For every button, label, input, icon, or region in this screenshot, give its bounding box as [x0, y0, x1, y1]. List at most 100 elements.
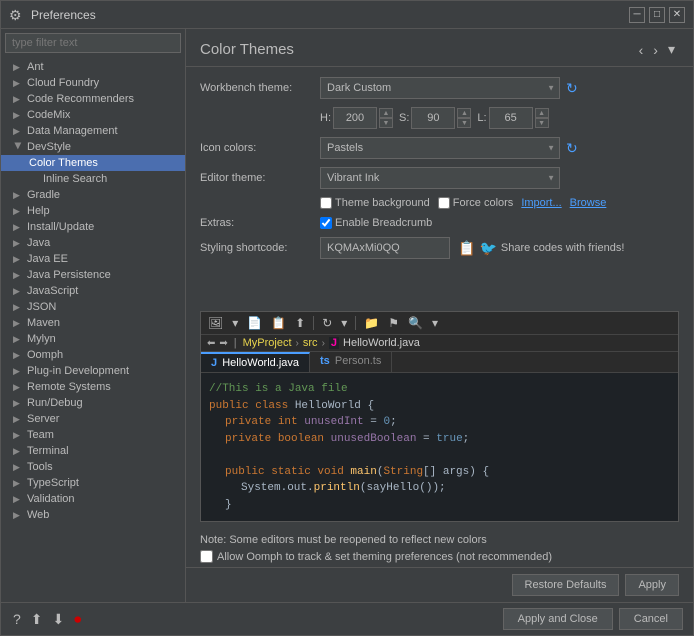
sidebar-item-ant[interactable]: ▶ Ant [1, 59, 185, 75]
sidebar-item-typescript[interactable]: ▶ TypeScript [1, 475, 185, 491]
tb-btn-1[interactable]: 🖼 [205, 315, 226, 331]
tab-person[interactable]: ts Person.ts [310, 352, 392, 372]
tree-arrow: ▶ [13, 222, 23, 233]
icon-colors-refresh-button[interactable]: ↻ [564, 138, 580, 159]
sidebar-item-javascript[interactable]: ▶ JavaScript [1, 283, 185, 299]
nav-chevron-2: › [322, 338, 325, 349]
lightness-spinner: ▲ ▼ [535, 108, 549, 128]
apply-button[interactable]: Apply [625, 574, 679, 596]
tb-btn-7[interactable]: ⚑ [385, 315, 402, 331]
record-icon[interactable]: ⏺ [72, 609, 83, 630]
sidebar-item-team[interactable]: ▶ Team [1, 427, 185, 443]
sidebar-item-label: Web [27, 509, 49, 521]
tb-btn-3[interactable]: 📋 [268, 315, 289, 331]
minimize-button[interactable]: ─ [629, 7, 645, 23]
tab-person-label: Person.ts [335, 355, 381, 367]
enable-breadcrumb-checkbox[interactable] [320, 217, 332, 229]
light-up-button[interactable]: ▲ [535, 108, 549, 118]
hue-down-button[interactable]: ▼ [379, 118, 393, 128]
sidebar-item-code-recommenders[interactable]: ▶ Code Recommenders [1, 91, 185, 107]
sidebar-item-cloud-foundry[interactable]: ▶ Cloud Foundry [1, 75, 185, 91]
sidebar-item-validation[interactable]: ▶ Validation [1, 491, 185, 507]
page-title: Color Themes [200, 41, 294, 58]
sidebar-item-label: Ant [27, 61, 44, 73]
editor-theme-dropdown[interactable]: Vibrant Ink ▼ [320, 167, 560, 189]
copy-shortcode-button[interactable]: 📋 [458, 240, 475, 257]
sidebar-item-terminal[interactable]: ▶ Terminal [1, 443, 185, 459]
restore-defaults-button[interactable]: Restore Defaults [512, 574, 620, 596]
sidebar-item-inline-search[interactable]: Inline Search [1, 171, 185, 187]
sat-up-button[interactable]: ▲ [457, 108, 471, 118]
tb-btn-5[interactable]: ↻ [319, 315, 335, 331]
sidebar-item-maven[interactable]: ▶ Maven [1, 315, 185, 331]
hue-label: H: [320, 112, 331, 124]
lightness-input[interactable] [489, 107, 533, 129]
sidebar-item-server[interactable]: ▶ Server [1, 411, 185, 427]
sidebar-item-remote-systems[interactable]: ▶ Remote Systems [1, 379, 185, 395]
extras-label: Extras: [200, 217, 320, 229]
sidebar-item-help[interactable]: ▶ Help [1, 203, 185, 219]
nav-dropdown-button[interactable]: ▾ [664, 39, 679, 60]
oomph-row: Allow Oomph to track & set theming prefe… [200, 550, 679, 563]
import-icon[interactable]: ⬆ [29, 609, 45, 630]
sidebar-item-java-ee[interactable]: ▶ Java EE [1, 251, 185, 267]
nav-forward-button[interactable]: › [649, 39, 662, 60]
theme-bg-row: Theme background Force colors Import... … [320, 197, 679, 209]
import-button[interactable]: Import... [521, 197, 561, 209]
sidebar-item-devstyle[interactable]: ▶ DevStyle [1, 139, 185, 155]
sidebar-item-java-persistence[interactable]: ▶ Java Persistence [1, 267, 185, 283]
help-icon[interactable]: ? [11, 609, 23, 630]
window-icon: ⚙ [9, 7, 25, 23]
sidebar-item-web[interactable]: ▶ Web [1, 507, 185, 523]
sidebar-item-mylyn[interactable]: ▶ Mylyn [1, 331, 185, 347]
share-twitter-button[interactable]: 🐦 [479, 240, 496, 257]
sidebar-item-plugin-development[interactable]: ▶ Plug-in Development [1, 363, 185, 379]
sidebar-item-java[interactable]: ▶ Java [1, 235, 185, 251]
icon-colors-dropdown[interactable]: Pastels ▼ [320, 137, 560, 159]
hue-up-button[interactable]: ▲ [379, 108, 393, 118]
sidebar-item-install-update[interactable]: ▶ Install/Update [1, 219, 185, 235]
force-colors-checkbox[interactable] [438, 197, 450, 209]
sidebar-item-data-management[interactable]: ▶ Data Management [1, 123, 185, 139]
code-line-6: public static void main(String[] args) { [209, 464, 670, 481]
apply-close-button[interactable]: Apply and Close [503, 608, 613, 630]
sidebar-item-json[interactable]: ▶ JSON [1, 299, 185, 315]
sidebar-item-label: Java EE [27, 253, 68, 265]
close-button[interactable]: ✕ [669, 7, 685, 23]
tb-btn-6[interactable]: 📁 [361, 315, 382, 331]
sidebar-item-color-themes[interactable]: Color Themes [1, 155, 185, 171]
hsl-group: H: ▲ ▼ S: ▲ ▼ [320, 107, 549, 129]
nav-back-button[interactable]: ‹ [635, 39, 648, 60]
sidebar-item-label: TypeScript [27, 477, 79, 489]
maximize-button[interactable]: □ [649, 7, 665, 23]
tb-dropdown-2[interactable]: ▾ [338, 315, 350, 331]
saturation-field: S: ▲ ▼ [399, 107, 471, 129]
tb-btn-2[interactable]: 📄 [244, 315, 265, 331]
tab-helloworld-label: HelloWorld.java [222, 357, 299, 369]
tb-dropdown-1[interactable]: ▾ [229, 315, 241, 331]
sidebar-item-run-debug[interactable]: ▶ Run/Debug [1, 395, 185, 411]
workbench-refresh-button[interactable]: ↻ [564, 78, 580, 99]
tb-btn-4[interactable]: ⬆ [292, 315, 308, 331]
cancel-button[interactable]: Cancel [619, 608, 683, 630]
sidebar-item-codemix[interactable]: ▶ CodeMix [1, 107, 185, 123]
tb-search-button[interactable]: 🔍 [405, 315, 426, 331]
shortcode-input[interactable] [320, 237, 450, 259]
sat-down-button[interactable]: ▼ [457, 118, 471, 128]
theme-background-checkbox[interactable] [320, 197, 332, 209]
tab-helloworld[interactable]: J HelloWorld.java [201, 352, 310, 372]
tb-dropdown-3[interactable]: ▾ [429, 315, 441, 331]
browse-button[interactable]: Browse [570, 197, 607, 209]
code-line-7: System.out.println(sayHello()); [209, 480, 670, 497]
light-down-button[interactable]: ▼ [535, 118, 549, 128]
saturation-input[interactable] [411, 107, 455, 129]
hue-input[interactable] [333, 107, 377, 129]
filter-input[interactable] [5, 33, 181, 53]
sidebar-item-oomph[interactable]: ▶ Oomph [1, 347, 185, 363]
sidebar-item-tools[interactable]: ▶ Tools [1, 459, 185, 475]
export-icon[interactable]: ⬇ [51, 609, 67, 630]
tree-arrow: ▶ [13, 110, 23, 121]
workbench-theme-dropdown[interactable]: Dark Custom ▼ [320, 77, 560, 99]
sidebar-item-gradle[interactable]: ▶ Gradle [1, 187, 185, 203]
oomph-checkbox[interactable] [200, 550, 213, 563]
